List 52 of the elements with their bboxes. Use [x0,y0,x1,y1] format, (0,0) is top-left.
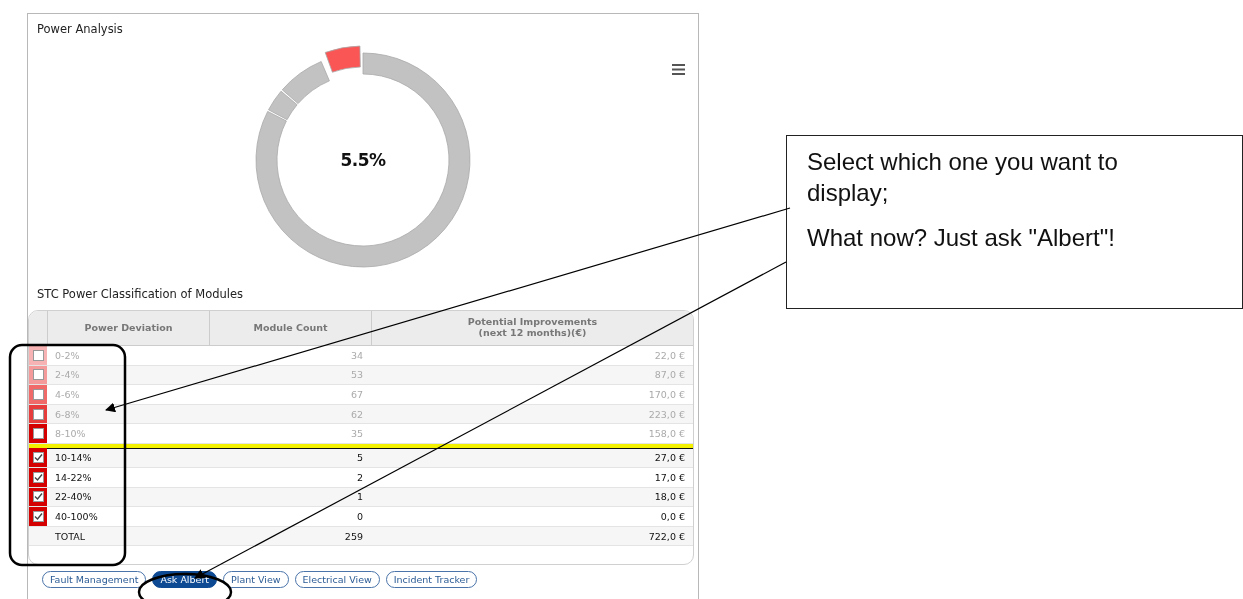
table-cell-text: 22,0 € [653,349,686,361]
menu-icon[interactable] [672,64,685,75]
row-checkbox[interactable] [32,369,44,381]
table-cell-text: 1 [355,491,364,503]
table-cell-text: 0 [355,510,364,522]
table-cell-text: 17,0 € [653,471,686,483]
row-checkbox[interactable] [32,471,44,483]
table-cell-text: 10-14% [54,451,93,463]
column-header: Power Deviation [47,311,209,345]
callout-text: What now? Just ask "Albert"! [807,223,1116,254]
table-cell-text: 87,0 € [653,369,686,381]
nav-button[interactable]: Plant View [223,571,289,589]
column-header: Potential Improvements (next 12 months)(€) [371,311,693,345]
table-cell-text: 18,0 € [653,491,686,503]
panel-title: Power Analysis [37,22,123,36]
table-cell-text: 259 [343,530,364,542]
table-cell-text: 27,0 € [653,451,686,463]
column-header: Module Count [209,311,371,345]
table-cell-text: 0-2% [54,349,81,361]
table-cell-text: 35 [349,428,364,440]
row-checkbox[interactable] [32,349,44,361]
table-cell-text: 40-100% [54,510,99,522]
table-cell-text: TOTAL [54,530,87,542]
table-cell-text: 5 [355,451,364,463]
table-cell-text: 6-8% [54,408,81,420]
table-cell-text: 223,0 € [647,408,686,420]
nav-button[interactable]: Incident Tracker [385,571,478,589]
table-cell-text: 14-22% [54,471,93,483]
table-cell-text: 0,0 € [659,510,686,522]
table-cell-text: 170,0 € [647,389,686,400]
nav-button[interactable]: Fault Management [42,571,147,589]
callout-text: Select which one you want to display; [807,147,1119,209]
row-checkbox[interactable] [32,491,44,503]
table-cell-text: 8-10% [54,428,87,440]
table-cell-text: 2-4% [54,369,81,381]
table-cell-text: 4-6% [54,389,81,400]
row-checkbox[interactable] [32,408,44,420]
table-cell-text: 67 [349,389,364,400]
table-cell-text: 22-40% [54,491,93,503]
row-checkbox[interactable] [32,451,44,463]
table-cell-text: 722,0 € [647,530,686,542]
donut-center-value: 5.5% [340,150,386,170]
row-checkbox[interactable] [32,389,44,400]
table-cell-text: 34 [349,349,364,361]
nav-button[interactable]: Electrical View [294,571,380,589]
row-checkbox[interactable] [32,510,44,522]
table-cell-text: 53 [349,369,364,381]
table-cell-text: 62 [349,408,364,420]
table-cell-text: 158,0 € [647,428,686,440]
row-checkbox[interactable] [32,428,44,440]
table-title: STC Power Classification of Modules [37,287,244,301]
table-cell-text: 2 [355,471,364,483]
